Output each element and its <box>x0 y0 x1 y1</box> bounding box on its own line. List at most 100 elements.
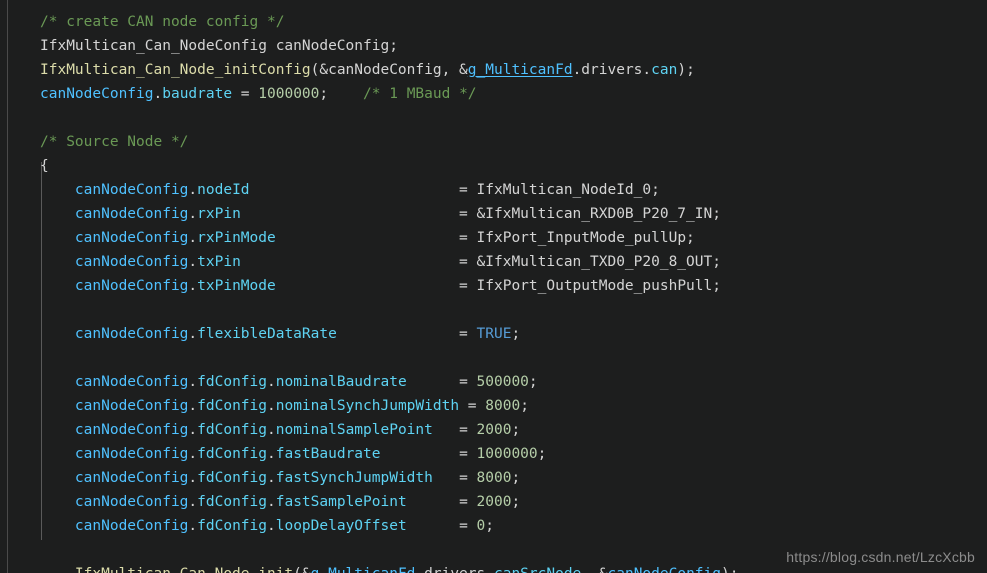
code-token-num: 500000 <box>476 374 529 390</box>
code-token-punc: ; <box>511 470 521 486</box>
code-line: canNodeConfig.fdConfig.fastSamplePoint =… <box>0 490 987 514</box>
code-token-var: canNodeConfig <box>74 230 189 246</box>
code-editor-content[interactable]: /* create CAN node config */ IfxMultican_… <box>0 10 987 573</box>
code-token-fld: fdConfig <box>197 470 267 486</box>
code-token-cmt: /* create CAN node config */ <box>40 14 285 30</box>
code-line: canNodeConfig.fdConfig.nominalSamplePoin… <box>0 418 987 442</box>
code-token-fld: loopDelayOffset <box>275 518 407 534</box>
code-token-punc: . <box>415 566 424 573</box>
code-token-punc: ; <box>520 398 529 414</box>
code-token-fld: rxPinMode <box>197 230 276 246</box>
code-token-num: 8000 <box>476 470 512 486</box>
code-token-op: = <box>249 182 477 198</box>
code-token-fld: can <box>651 62 678 78</box>
code-token-punc: . <box>267 446 276 462</box>
code-token-punc: ; <box>537 446 547 462</box>
code-token-fld: fdConfig <box>197 518 267 534</box>
code-line: canNodeConfig.fdConfig.loopDelayOffset =… <box>0 514 987 538</box>
code-token-var: canNodeConfig <box>74 470 189 486</box>
code-token-fn: IfxMultican_Can_Node_init <box>75 566 293 573</box>
code-token-punc: ; <box>712 206 721 222</box>
code-token-punc: . <box>188 398 198 414</box>
code-token-punc: , & <box>441 62 468 78</box>
code-token-punc: . <box>642 62 652 78</box>
code-token-punc: ; <box>319 86 329 102</box>
code-token-var: canNodeConfig <box>74 398 189 414</box>
code-token-punc: . <box>188 518 198 534</box>
code-token-macro: TRUE <box>476 326 512 342</box>
code-token-punc: ; <box>511 326 521 342</box>
code-token-punc: { <box>40 158 49 174</box>
code-token-punc: . <box>267 494 276 510</box>
code-line: canNodeConfig.rxPinMode = IfxPort_InputM… <box>0 226 987 250</box>
code-token-var: canNodeConfig <box>74 182 189 198</box>
code-token-fld: nominalSamplePoint <box>275 422 433 438</box>
code-token-var: canNodeConfig <box>74 446 189 462</box>
code-token-num: 8000 <box>485 398 521 414</box>
code-token-op: = <box>432 470 477 486</box>
code-token-fld: canSrcNode <box>494 566 581 573</box>
code-line: /* create CAN node config */ <box>0 10 987 34</box>
code-token-var: canNodeConfig <box>40 86 154 102</box>
code-token-var: canNodeConfig <box>74 326 189 342</box>
code-line: canNodeConfig.fdConfig.nominalSynchJumpW… <box>0 394 987 418</box>
code-token-fld: txPinMode <box>197 278 276 294</box>
code-token-punc: . <box>572 62 582 78</box>
code-token-fld: fastSynchJumpWidth <box>275 470 433 486</box>
code-token-plain: IfxMultican_NodeId_0 <box>476 182 652 198</box>
code-line: canNodeConfig.fdConfig.fastBaudrate = 10… <box>0 442 987 466</box>
code-token-op: = <box>232 86 259 102</box>
code-token-num: 2000 <box>476 494 512 510</box>
code-token-punc: . <box>267 398 276 414</box>
code-token-punc: . <box>267 518 276 534</box>
code-token-punc: . <box>267 374 276 390</box>
code-line: /* Source Node */ <box>0 130 987 154</box>
code-token-punc: ; <box>686 230 695 246</box>
code-token-op: = <box>406 494 477 510</box>
code-line: canNodeConfig.txPinMode = IfxPort_Output… <box>0 274 987 298</box>
code-token-punc: . <box>188 422 198 438</box>
code-token-fld: fastBaudrate <box>275 446 381 462</box>
code-token-num: 1000000 <box>476 446 538 462</box>
code-token-plain: IfxMultican_Can_NodeConfig canNodeConfig… <box>40 38 398 54</box>
code-line: IfxMultican_Can_Node_initConfig(&canNode… <box>0 58 987 82</box>
code-token-op: = <box>336 326 477 342</box>
watermark-text: https://blog.csdn.net/LzcXcbb <box>786 549 975 565</box>
code-token-plain: drivers <box>424 566 485 573</box>
code-token-fld: fdConfig <box>197 494 267 510</box>
code-token-punc: ; <box>511 494 521 510</box>
code-token-fld: rxPin <box>197 206 241 222</box>
code-token-punc: (& <box>310 62 329 78</box>
code-token-num: 2000 <box>476 422 512 438</box>
code-token-var: canNodeConfig <box>74 206 189 222</box>
code-line: canNodeConfig.baudrate = 1000000; /* 1 M… <box>0 82 987 106</box>
code-line: canNodeConfig.txPin = &IfxMultican_TXD0_… <box>0 250 987 274</box>
code-token-op: = <box>406 374 477 390</box>
code-token-op: = & <box>240 206 486 222</box>
code-token-punc: . <box>188 446 198 462</box>
code-token-op: = <box>406 518 477 534</box>
code-token-punc: . <box>188 326 198 342</box>
code-line: canNodeConfig.rxPin = &IfxMultican_RXD0B… <box>0 202 987 226</box>
code-token-var: canNodeConfig <box>74 374 189 390</box>
code-token-fld: fastSamplePoint <box>275 494 407 510</box>
code-token-fld: fdConfig <box>197 422 267 438</box>
code-token-num: 1000000 <box>258 86 320 102</box>
code-token-punc: . <box>188 278 198 294</box>
code-token-op: = & <box>240 254 486 270</box>
code-token-punc: , & <box>581 566 607 573</box>
code-line: { <box>0 154 987 178</box>
code-token-var: canNodeConfig <box>608 566 722 573</box>
code-token-glob: g_MulticanFd <box>467 62 573 78</box>
